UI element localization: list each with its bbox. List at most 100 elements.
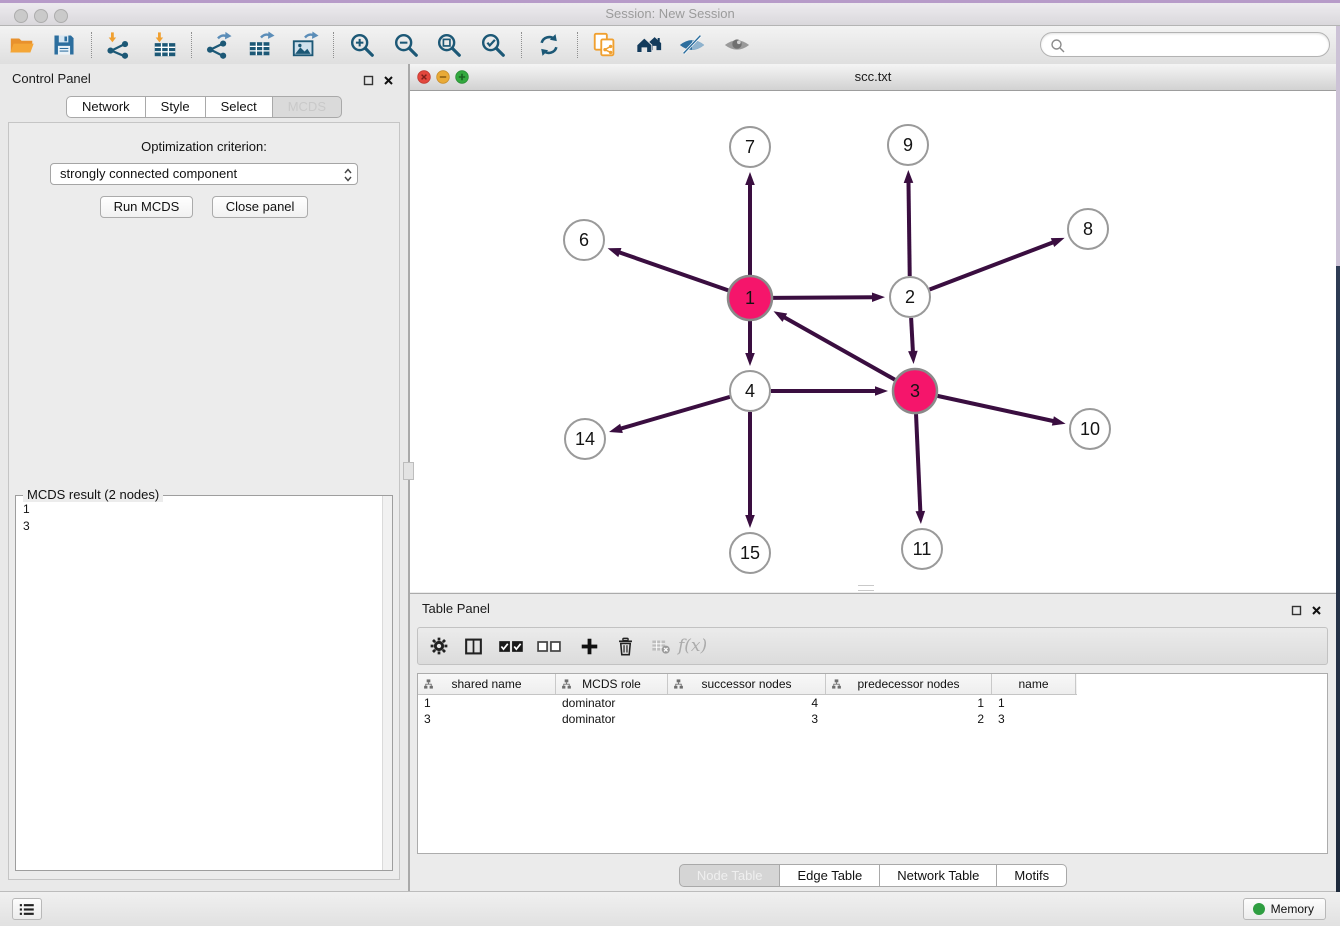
graph-edge-3-10[interactable] [937,396,1054,421]
select-all-columns-button[interactable] [496,631,526,661]
window-controls [14,9,68,23]
duplicate-network-icon [591,31,619,59]
import-network-button[interactable] [101,29,135,61]
table-row[interactable]: 1dominator411 [418,695,1327,711]
graph-node-11[interactable]: 11 [902,529,942,569]
column-header-shared-name[interactable]: shared name [418,674,556,694]
graph-edge-1-2[interactable] [773,297,874,298]
graph-edge-2-9[interactable] [908,181,909,276]
graph-node-9[interactable]: 9 [888,125,928,165]
graph-node-14[interactable]: 14 [565,419,605,459]
export-table-button[interactable] [244,29,278,61]
unselect-all-columns-button[interactable] [534,631,564,661]
add-entry-button[interactable] [576,631,602,661]
search-field[interactable] [1040,32,1330,57]
minimize-window-icon[interactable] [34,9,48,23]
tab-network-table[interactable]: Network Table [880,864,997,887]
graph-edge-2-8[interactable] [930,242,1055,290]
table-cell: dominator [556,711,668,727]
column-header-name[interactable]: name [992,674,1076,694]
table-settings-button[interactable] [426,631,452,661]
save-session-button[interactable] [47,29,81,61]
mcds-buttons: Run MCDS Close panel [9,196,399,218]
search-input[interactable] [1069,35,1325,54]
table-row[interactable]: 3dominator323 [418,711,1327,727]
graph-node-8[interactable]: 8 [1068,209,1108,249]
tab-node-table[interactable]: Node Table [679,864,781,887]
graph-edge-arrowhead [904,170,914,183]
export-image-button[interactable] [288,29,322,61]
zoom-fit-icon [435,31,463,59]
delete-table-button[interactable] [648,631,674,661]
duplicate-network-button[interactable] [588,29,622,61]
toolbar-separator [333,32,334,58]
table-cell: 3 [418,711,556,727]
graph-edge-3-1[interactable] [783,317,895,380]
function-builder-button[interactable]: f(x) [674,636,707,656]
table-cell: 3 [668,711,826,727]
graph-node-2[interactable]: 2 [890,277,930,317]
sort-tree-icon [831,678,842,690]
export-network-button[interactable] [201,29,235,61]
refresh-layout-button[interactable] [532,29,566,61]
refresh-icon [536,32,562,58]
graph-edge-2-3[interactable] [911,318,913,353]
hide-selected-button[interactable] [675,29,709,61]
graph-node-7[interactable]: 7 [730,127,770,167]
close-view-icon[interactable] [417,70,431,84]
memory-button[interactable]: Memory [1243,898,1326,920]
network-window-titlebar[interactable]: scc.txt [410,64,1336,91]
import-table-button[interactable] [148,29,182,61]
graph-edge-3-11[interactable] [916,414,920,513]
float-panel-icon[interactable] [363,73,374,91]
tab-motifs[interactable]: Motifs [997,864,1067,887]
table-header-row: shared nameMCDS rolesuccessor nodesprede… [418,674,1077,695]
network-canvas[interactable]: 1 2 3 4 6 7 8 9 10 11 14 15 [410,91,1336,592]
graph-node-10[interactable]: 10 [1070,409,1110,449]
show-columns-button[interactable] [460,631,486,661]
show-all-button[interactable] [720,29,754,61]
zoom-out-button[interactable] [389,29,423,61]
graph-node-1[interactable]: 1 [728,276,772,320]
graph-node-6[interactable]: 6 [564,220,604,260]
task-history-button[interactable] [12,898,42,920]
run-mcds-button[interactable]: Run MCDS [100,196,194,218]
graph-node-3[interactable]: 3 [893,369,937,413]
graph-edge-arrowhead [608,248,622,257]
tab-select[interactable]: Select [206,96,273,118]
float-table-panel-icon[interactable] [1291,603,1302,621]
maximize-view-icon[interactable] [455,70,469,84]
result-scrollbar[interactable] [382,496,392,870]
delete-entry-button[interactable] [612,631,638,661]
column-header-successor-nodes[interactable]: successor nodes [668,674,826,694]
close-panel-icon[interactable] [383,73,394,91]
graph-edge-4-14[interactable] [620,397,730,429]
column-header-MCDS-role[interactable]: MCDS role [556,674,668,694]
tab-mcds[interactable]: MCDS [273,96,342,118]
control-panel-header: Control Panel [0,68,408,90]
splitter-grip[interactable] [403,462,414,480]
tab-style[interactable]: Style [146,96,206,118]
canvas-resize-grip[interactable] [858,585,874,591]
home-button[interactable] [632,29,666,61]
zoom-fit-button[interactable] [432,29,466,61]
zoom-selected-button[interactable] [476,29,510,61]
graph-node-4[interactable]: 4 [730,371,770,411]
svg-text:9: 9 [903,135,913,155]
mcds-result-list[interactable]: 13 [16,496,392,870]
tab-edge-table[interactable]: Edge Table [780,864,880,887]
column-header-predecessor-nodes[interactable]: predecessor nodes [826,674,992,694]
tab-network[interactable]: Network [66,96,146,118]
graph-edge-arrowhead [872,292,885,302]
graph-edge-1-6[interactable] [618,252,728,291]
zoom-window-icon[interactable] [54,9,68,23]
minimize-view-icon[interactable] [436,70,450,84]
criterion-select[interactable]: strongly connected component [50,163,358,185]
zoom-in-button[interactable] [345,29,379,61]
close-panel-button[interactable]: Close panel [212,196,309,218]
close-table-panel-icon[interactable] [1311,603,1322,621]
close-window-icon[interactable] [14,9,28,23]
open-session-button[interactable] [5,29,39,61]
svg-text:10: 10 [1080,419,1100,439]
graph-node-15[interactable]: 15 [730,533,770,573]
